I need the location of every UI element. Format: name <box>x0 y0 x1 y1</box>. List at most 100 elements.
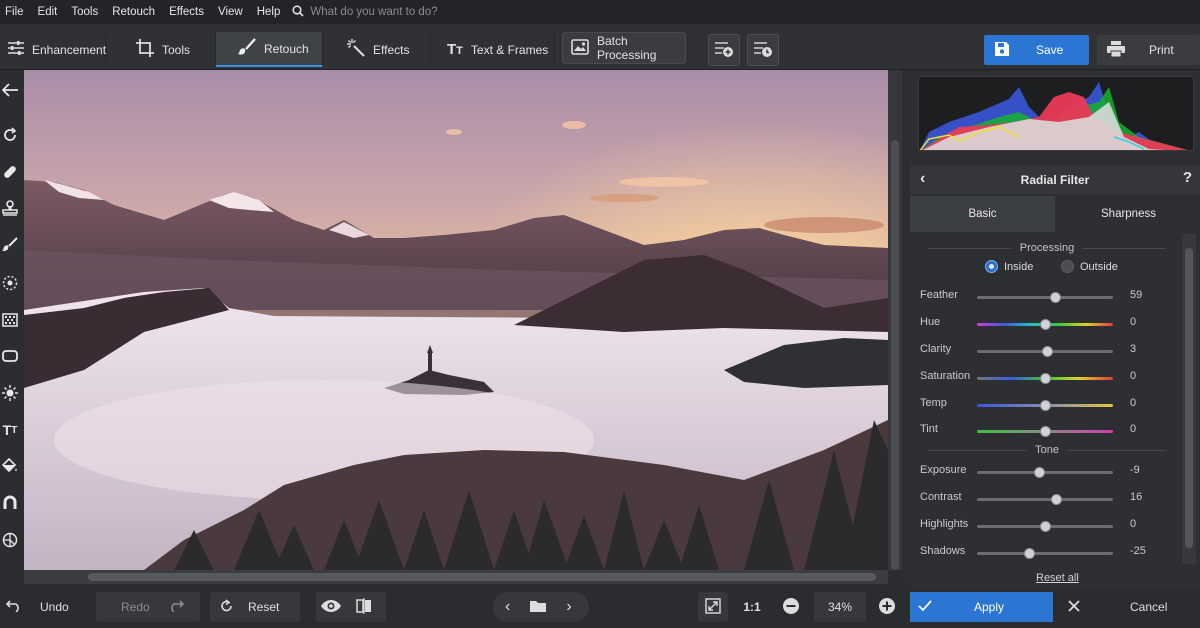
tab-basic[interactable]: Basic <box>910 196 1055 232</box>
text-tool-icon[interactable]: TT <box>0 420 20 440</box>
slider-shadows[interactable]: Shadows -25 <box>920 545 1174 561</box>
slider-clarity[interactable]: Clarity 3 <box>920 343 1174 359</box>
radio-inside[interactable]: Inside <box>985 260 1033 273</box>
undo-icon <box>5 599 22 615</box>
slider-track[interactable] <box>977 494 1113 505</box>
folder-icon[interactable] <box>530 599 547 615</box>
rotate-icon[interactable] <box>0 125 20 145</box>
menu-view[interactable]: View <box>210 6 251 18</box>
eraser-icon[interactable] <box>0 346 20 366</box>
slider-label: Tint <box>920 423 938 435</box>
slider-tint[interactable]: Tint 0 <box>920 423 1174 439</box>
slider-knob[interactable] <box>1050 292 1061 303</box>
globe-icon[interactable] <box>0 530 20 550</box>
zoom-level[interactable]: 34% <box>814 592 866 622</box>
presets-history-button[interactable] <box>747 34 779 66</box>
slider-feather[interactable]: Feather 59 <box>920 289 1174 305</box>
light-bulb-icon[interactable] <box>0 383 20 403</box>
slider-knob[interactable] <box>1040 373 1051 384</box>
reset-all-link[interactable]: Reset all <box>1036 572 1079 584</box>
back-arrow-icon[interactable] <box>0 80 20 100</box>
search-box[interactable]: What do you want to do? <box>292 4 438 20</box>
menu-retouch[interactable]: Retouch <box>104 6 163 18</box>
slider-value: 0 <box>1130 397 1137 409</box>
slider-knob[interactable] <box>1040 319 1051 330</box>
menu-file[interactable]: File <box>0 6 32 18</box>
undo-button[interactable]: Undo <box>5 592 96 622</box>
cancel-button[interactable]: Cancel <box>1058 592 1200 622</box>
vertical-scroll-thumb[interactable] <box>891 140 899 570</box>
healing-bandage-icon[interactable] <box>0 162 20 182</box>
menu-tools[interactable]: Tools <box>63 6 106 18</box>
radial-filter-icon[interactable] <box>0 273 20 293</box>
reset-button[interactable]: Reset <box>210 592 300 622</box>
slider-hue[interactable]: Hue 0 <box>920 316 1174 332</box>
slider-track[interactable] <box>977 373 1113 384</box>
slider-knob[interactable] <box>1040 426 1051 437</box>
save-button[interactable]: Save <box>984 35 1089 65</box>
magnet-lasso-icon[interactable] <box>0 492 20 512</box>
panel-scroll-thumb[interactable] <box>1185 248 1193 548</box>
vertical-scrollbar[interactable] <box>888 70 902 570</box>
tab-tools[interactable]: Tools <box>106 32 216 67</box>
apply-button[interactable]: Apply <box>910 592 1053 622</box>
slider-track[interactable] <box>977 521 1113 532</box>
slider-knob[interactable] <box>1051 494 1062 505</box>
slider-saturation[interactable]: Saturation 0 <box>920 370 1174 386</box>
processing-section-label: Processing <box>920 241 1174 255</box>
slider-knob[interactable] <box>1040 400 1051 411</box>
brush-icon <box>238 38 256 59</box>
slider-knob[interactable] <box>1024 548 1035 559</box>
redo-button[interactable]: Redo <box>96 592 200 622</box>
tab-retouch[interactable]: Retouch <box>216 32 323 67</box>
zoom-in-button[interactable] <box>876 592 898 622</box>
slider-track[interactable] <box>977 346 1113 357</box>
slider-track[interactable] <box>977 548 1113 559</box>
slider-track[interactable] <box>977 400 1113 411</box>
paint-brush-icon[interactable] <box>0 235 20 255</box>
slider-track[interactable] <box>977 292 1113 303</box>
slider-knob[interactable] <box>1034 467 1045 478</box>
menu-effects[interactable]: Effects <box>161 6 212 18</box>
slider-highlights[interactable]: Highlights 0 <box>920 518 1174 534</box>
tab-enhancement[interactable]: Enhancement <box>0 32 106 67</box>
chevron-left-icon[interactable]: ‹ <box>505 598 510 616</box>
horizontal-scroll-thumb[interactable] <box>88 573 876 581</box>
slider-exposure[interactable]: Exposure -9 <box>920 464 1174 480</box>
slider-track[interactable] <box>977 467 1113 478</box>
paint-bucket-icon[interactable] <box>0 456 20 476</box>
chevron-left-icon[interactable]: ‹ <box>920 170 925 188</box>
panel-scrollbar[interactable] <box>1182 234 1196 564</box>
menu-edit[interactable]: Edit <box>30 6 66 18</box>
zoom-out-button[interactable] <box>780 592 802 622</box>
save-label: Save <box>1036 43 1064 57</box>
menu-help[interactable]: Help <box>249 6 289 18</box>
slider-contrast[interactable]: Contrast 16 <box>920 491 1174 507</box>
slider-value: 16 <box>1130 491 1143 503</box>
graduated-filter-icon[interactable] <box>0 310 20 330</box>
batch-processing-button[interactable]: Batch Processing <box>562 32 686 64</box>
slider-temp[interactable]: Temp 0 <box>920 397 1174 413</box>
slider-value: -25 <box>1130 545 1146 557</box>
slider-track[interactable] <box>977 319 1113 330</box>
clone-stamp-icon[interactable] <box>0 198 20 218</box>
slider-knob[interactable] <box>1040 521 1051 532</box>
slider-track[interactable] <box>977 426 1113 437</box>
help-icon[interactable]: ? <box>1183 169 1192 186</box>
chevron-right-icon[interactable]: › <box>566 598 571 616</box>
presets-add-button[interactable] <box>708 34 740 66</box>
slider-label: Temp <box>920 397 947 409</box>
horizontal-scrollbar[interactable] <box>24 570 888 584</box>
slider-knob[interactable] <box>1042 346 1053 357</box>
actual-size-button[interactable]: 1:1 <box>738 592 766 622</box>
eye-icon[interactable] <box>320 599 342 616</box>
radio-outside[interactable]: Outside <box>1061 260 1118 273</box>
tab-sharpness[interactable]: Sharpness <box>1057 196 1200 232</box>
print-button[interactable]: Print <box>1097 35 1200 65</box>
split-view-icon[interactable] <box>356 597 372 617</box>
tab-text-frames[interactable]: TT Text & Frames <box>431 32 555 67</box>
fit-to-screen-button[interactable] <box>698 592 728 622</box>
slider-label: Highlights <box>920 518 969 530</box>
photo-canvas[interactable] <box>24 70 888 570</box>
tab-effects[interactable]: Effects <box>323 32 431 67</box>
